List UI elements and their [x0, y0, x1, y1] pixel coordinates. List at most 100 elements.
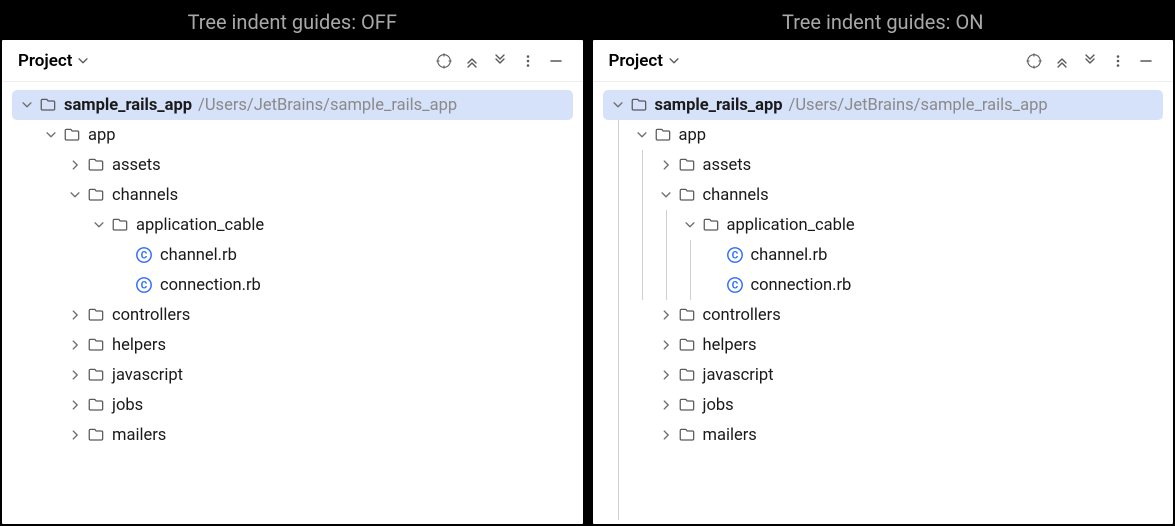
tree-row-controllers[interactable]: controllers — [12, 300, 573, 330]
hide-button[interactable] — [543, 48, 569, 74]
node-label: assets — [112, 156, 161, 175]
tree-row-application-cable[interactable]: application_cable — [12, 210, 573, 240]
folder-icon — [677, 305, 697, 325]
panel-header: Project — [2, 40, 583, 82]
more-button[interactable] — [1105, 48, 1131, 74]
chevron-down-icon[interactable] — [42, 126, 60, 144]
node-label: connection.rb — [160, 276, 261, 295]
select-opened-file-button[interactable] — [1021, 48, 1047, 74]
tree-row-app[interactable]: app — [12, 120, 573, 150]
chevron-down-icon[interactable] — [90, 216, 108, 234]
node-label: app — [679, 126, 707, 145]
node-label: channel.rb — [751, 246, 828, 265]
expand-all-button[interactable] — [1049, 48, 1075, 74]
node-label: javascript — [703, 366, 774, 385]
caption-on: Tree indent guides: ON — [593, 2, 1174, 40]
folder-icon — [86, 155, 106, 175]
chevron-right-icon[interactable] — [657, 336, 675, 354]
hide-button[interactable] — [1133, 48, 1159, 74]
chevron-down-icon[interactable] — [66, 186, 84, 204]
tree-row-mailers[interactable]: mailers — [603, 420, 1164, 450]
project-panel-on: Project sample_rails_ap — [593, 40, 1174, 524]
tree-row-app[interactable]: app — [603, 120, 1164, 150]
tree-row-connection-rb[interactable]: connection.rb — [12, 270, 573, 300]
tree-row-javascript[interactable]: javascript — [12, 360, 573, 390]
folder-icon — [677, 425, 697, 445]
chevron-right-icon[interactable] — [66, 426, 84, 444]
node-label: jobs — [112, 396, 143, 415]
ruby-class-icon — [725, 275, 745, 295]
ruby-class-icon — [134, 245, 154, 265]
tree-row-javascript[interactable]: javascript — [603, 360, 1164, 390]
chevron-right-icon[interactable] — [657, 366, 675, 384]
chevron-right-icon[interactable] — [66, 156, 84, 174]
folder-icon — [86, 365, 106, 385]
chevron-right-icon[interactable] — [66, 366, 84, 384]
tree-row-channels[interactable]: channels — [12, 180, 573, 210]
ruby-class-icon — [725, 245, 745, 265]
chevron-right-icon[interactable] — [657, 426, 675, 444]
node-label: application_cable — [727, 216, 855, 235]
tree-row-root[interactable]: sample_rails_app /Users/JetBrains/sample… — [12, 90, 573, 120]
select-opened-file-button[interactable] — [431, 48, 457, 74]
folder-icon — [677, 155, 697, 175]
more-button[interactable] — [515, 48, 541, 74]
folder-icon — [677, 395, 697, 415]
folder-icon — [86, 305, 106, 325]
tree-row-root[interactable]: sample_rails_app /Users/JetBrains/sample… — [603, 90, 1164, 120]
chevron-right-icon[interactable] — [657, 306, 675, 324]
expand-all-button[interactable] — [459, 48, 485, 74]
node-label: sample_rails_app — [655, 96, 783, 115]
tree-row-channel-rb[interactable]: channel.rb — [12, 240, 573, 270]
caption-off: Tree indent guides: OFF — [2, 2, 583, 40]
node-label: mailers — [703, 426, 757, 445]
chevron-right-icon[interactable] — [66, 336, 84, 354]
tree-row-connection-rb[interactable]: connection.rb — [603, 270, 1164, 300]
node-label: helpers — [703, 336, 757, 355]
folder-icon — [86, 335, 106, 355]
chevron-right-icon[interactable] — [66, 396, 84, 414]
panel-title[interactable]: Project — [18, 51, 72, 71]
tree-row-helpers[interactable]: helpers — [603, 330, 1164, 360]
ruby-class-icon — [134, 275, 154, 295]
folder-icon — [629, 95, 649, 115]
tree-row-jobs[interactable]: jobs — [12, 390, 573, 420]
collapse-all-button[interactable] — [487, 48, 513, 74]
tree-row-helpers[interactable]: helpers — [12, 330, 573, 360]
folder-icon — [677, 365, 697, 385]
tree-row-application-cable[interactable]: application_cable — [603, 210, 1164, 240]
tree-row-assets[interactable]: assets — [12, 150, 573, 180]
tree-row-controllers[interactable]: controllers — [603, 300, 1164, 330]
chevron-right-icon[interactable] — [66, 306, 84, 324]
node-label: channels — [703, 186, 769, 205]
panel-header: Project — [593, 40, 1174, 82]
column-guides-on: Tree indent guides: ON Project — [593, 2, 1174, 524]
tree-row-jobs[interactable]: jobs — [603, 390, 1164, 420]
chevron-down-icon[interactable] — [18, 96, 36, 114]
node-label: sample_rails_app — [64, 96, 192, 115]
node-label: controllers — [112, 306, 190, 325]
chevron-right-icon[interactable] — [657, 156, 675, 174]
chevron-down-icon[interactable] — [76, 54, 90, 68]
collapse-all-button[interactable] — [1077, 48, 1103, 74]
chevron-down-icon[interactable] — [681, 216, 699, 234]
folder-icon — [677, 335, 697, 355]
tree-row-assets[interactable]: assets — [603, 150, 1164, 180]
chevron-down-icon[interactable] — [609, 96, 627, 114]
tree-row-channels[interactable]: channels — [603, 180, 1164, 210]
chevron-down-icon[interactable] — [657, 186, 675, 204]
node-label: app — [88, 126, 116, 145]
tree-row-channel-rb[interactable]: channel.rb — [603, 240, 1164, 270]
chevron-down-icon[interactable] — [667, 54, 681, 68]
chevron-down-icon[interactable] — [633, 126, 651, 144]
tree-row-mailers[interactable]: mailers — [12, 420, 573, 450]
project-tree[interactable]: sample_rails_app /Users/JetBrains/sample… — [2, 82, 583, 524]
panel-title[interactable]: Project — [609, 51, 663, 71]
project-tree[interactable]: sample_rails_app /Users/JetBrains/sample… — [593, 82, 1174, 524]
folder-icon — [653, 125, 673, 145]
folder-icon — [677, 185, 697, 205]
node-path-hint: /Users/JetBrains/sample_rails_app — [198, 96, 457, 115]
node-label: application_cable — [136, 216, 264, 235]
folder-icon — [62, 125, 82, 145]
chevron-right-icon[interactable] — [657, 396, 675, 414]
